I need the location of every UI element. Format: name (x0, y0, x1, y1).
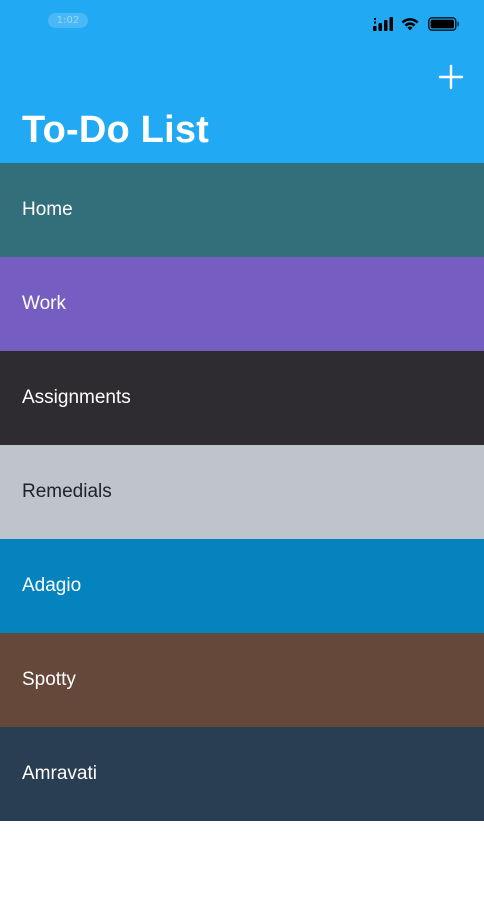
category-label: Spotty (22, 669, 76, 690)
battery-icon (428, 17, 459, 31)
category-list: Home Work Assignments Remedials Adagio S… (0, 163, 484, 821)
wifi-icon (401, 18, 419, 31)
navigation-header: 1:02 To-Do List (0, 0, 484, 163)
category-label: Amravati (22, 763, 97, 784)
status-bar: 1:02 (0, 0, 484, 44)
category-item-adagio[interactable]: Adagio (0, 539, 484, 633)
category-label: Work (22, 293, 66, 314)
category-item-remedials[interactable]: Remedials (0, 445, 484, 539)
add-category-button[interactable] (436, 62, 466, 92)
page-title: To-Do List (22, 109, 210, 151)
category-item-spotty[interactable]: Spotty (0, 633, 484, 727)
app-screen: 1:02 To-Do List Home Work Assignments Re… (0, 0, 484, 906)
category-item-home[interactable]: Home (0, 163, 484, 257)
category-label: Adagio (22, 575, 82, 596)
category-item-work[interactable]: Work (0, 257, 484, 351)
category-item-assignments[interactable]: Assignments (0, 351, 484, 445)
category-item-amravati[interactable]: Amravati (0, 727, 484, 821)
category-label: Assignments (22, 387, 131, 408)
category-label: Home (22, 199, 73, 220)
cellular-signal-icon (373, 17, 393, 31)
status-time: 1:02 (48, 13, 88, 28)
category-label: Remedials (22, 481, 112, 502)
